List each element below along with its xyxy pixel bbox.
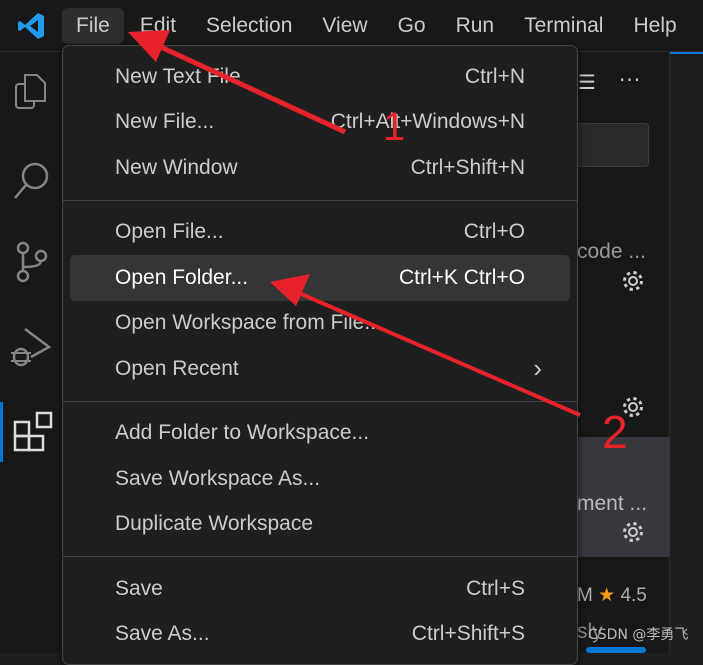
source-control-icon[interactable] [0,232,62,292]
more-actions-icon[interactable]: ··· [619,68,641,92]
label: New File... [115,110,215,134]
shortcut: Ctrl+N [464,64,525,88]
menu-item-new-file[interactable]: New File... Ctrl+Alt+Windows+N [70,100,570,146]
separator [63,392,577,411]
label: Save Workspace As... [115,466,321,490]
label: Open Workspace from File... [115,311,382,335]
extensions-icon[interactable] [0,402,62,462]
activity-bar [0,52,62,653]
menu-edit[interactable]: Edit [126,8,190,44]
vscode-logo-icon [0,0,62,52]
step-2-label: 2 [602,406,628,458]
shortcut: Ctrl+S [466,576,525,600]
separator [63,191,577,210]
menu-item-save-as[interactable]: Save As... Ctrl+Shift+S [70,612,570,658]
menu-item-duplicate-workspace[interactable]: Duplicate Workspace [70,502,570,548]
submenu-chevron-icon: › [533,353,542,384]
menu-help[interactable]: Help [619,8,690,44]
clear-extensions-icon[interactable]: ☰ [578,70,596,94]
label: Open Folder... [115,265,249,289]
manage-gear-icon[interactable] [621,520,645,544]
label: Duplicate Workspace [115,512,314,536]
watermark: CSDN @李勇飞 [588,627,689,643]
menu-item-open-recent[interactable]: Open Recent › [70,346,570,392]
run-debug-icon[interactable] [0,317,62,377]
star-icon: ★ [598,585,616,606]
menu-item-save[interactable]: Save Ctrl+S [70,566,570,612]
menu-terminal[interactable]: Terminal [510,8,617,44]
menu-item-new-window[interactable]: New Window Ctrl+Shift+N [70,145,570,191]
install-button[interactable] [586,647,646,653]
shortcut: Ctrl+Shift+S [411,622,525,646]
menu-go[interactable]: Go [384,8,440,44]
menu-item-add-folder[interactable]: Add Folder to Workspace... [70,411,570,457]
label: Save [115,576,163,600]
manage-gear-icon[interactable] [621,269,645,293]
label: Open Recent [115,356,239,380]
label: Open File... [115,220,224,244]
file-menu: New Text File Ctrl+N New File... Ctrl+Alt+… [62,45,578,665]
explorer-icon[interactable] [0,62,62,122]
menu-view[interactable]: View [308,8,381,44]
menu-item-open-folder[interactable]: Open Folder... Ctrl+K Ctrl+O [70,255,570,301]
menu-item-new-text-file[interactable]: New Text File Ctrl+N [70,54,570,100]
extension-description: ment ... [577,492,648,515]
shortcut: Ctrl+K Ctrl+O [398,265,525,289]
editor-area [670,52,703,653]
menu-item-save-workspace-as[interactable]: Save Workspace As... [70,456,570,502]
shortcut: Ctrl+O [463,220,525,244]
extension-description: code ... [577,240,646,263]
extension-rating: M ★ 4.5 [577,584,647,607]
label: Save As... [115,622,210,646]
menu-item-open-file[interactable]: Open File... Ctrl+O [70,210,570,256]
extensions-search-input[interactable] [577,123,649,167]
menu-file[interactable]: File [62,7,124,44]
rating-prefix: M [577,585,593,606]
search-icon[interactable] [0,150,62,210]
label: New Text File [115,64,241,88]
rating-value: 4.5 [620,585,647,606]
menu-selection[interactable]: Selection [192,8,306,44]
separator [63,547,577,566]
shortcut: Ctrl+Alt+Windows+N [330,110,525,134]
label: New Window [115,155,238,179]
step-1-label: 1 [383,105,406,149]
menu-item-open-workspace[interactable]: Open Workspace from File... [70,301,570,347]
shortcut: Ctrl+Shift+N [410,155,525,179]
label: Add Folder to Workspace... [115,421,370,445]
menu-run[interactable]: Run [442,8,509,44]
